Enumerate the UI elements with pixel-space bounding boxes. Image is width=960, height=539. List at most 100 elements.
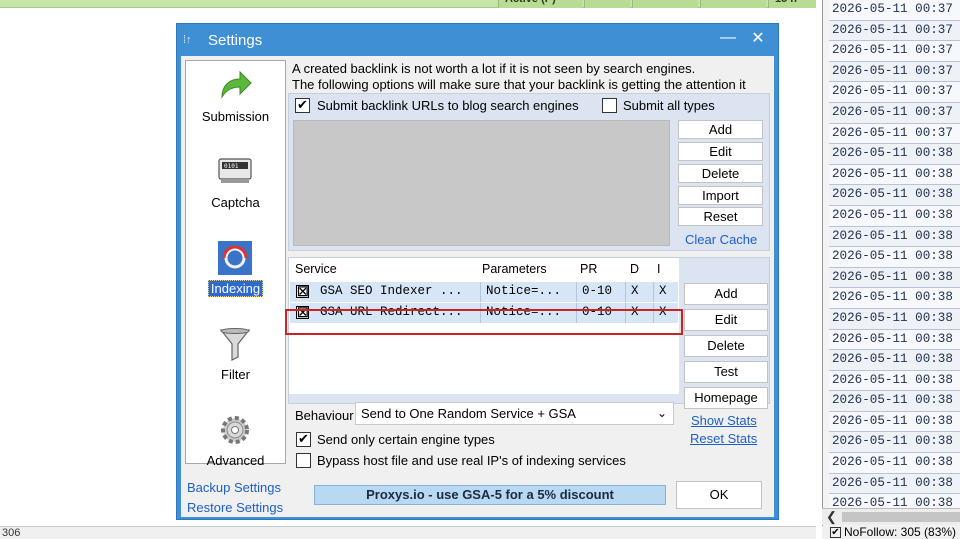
submit-all-label: Submit all types [623,98,715,113]
svg-text:0101: 0101 [224,163,239,170]
service-test-button[interactable]: Test [684,361,768,383]
show-stats-link[interactable]: Show Stats [691,413,757,428]
service-name-cell: GSA SEO Indexer ... [316,282,481,302]
category-list: Submission 0101 Captcha Indexing Filter … [185,60,286,468]
log-row: 2026-05-11 00:38 [829,288,960,309]
category-captcha[interactable]: 0101 Captcha [186,147,285,227]
log-row: 2026-05-11 00:37 [829,20,960,42]
category-label: Indexing [207,280,264,297]
service-homepage-button[interactable]: Homepage [684,387,768,409]
backup-settings-link[interactable]: Backup Settings [187,480,281,495]
blog-reset-button[interactable]: Reset [678,207,763,226]
log-row: 2026-05-11 00:38 [829,308,960,330]
log-row: 2026-05-11 00:38 [829,350,960,371]
background-status-strip: Active (P) 15 h [0,0,816,8]
service-delete-button[interactable]: Delete [684,335,768,357]
only-engines-label: Send only certain engine types [317,432,495,447]
submit-all-checkbox[interactable] [602,98,617,113]
nofollow-label: NoFollow: 305 (83%) [844,526,957,539]
log-row: 2026-05-11 00:38 [829,411,960,433]
behaviour-select[interactable]: Send to One Random Service + GSA ⌄ [355,402,674,425]
only-engines-checkbox[interactable] [296,431,311,447]
settings-client-area: Submission 0101 Captcha Indexing Filter … [181,56,774,517]
category-label: Captcha [211,195,260,210]
behaviour-label: Behaviour [295,408,354,423]
close-button[interactable]: ✕ [744,28,772,50]
log-row: 2026-05-11 00:38 [829,370,960,392]
service-parameters-cell: Notice=... [482,282,577,302]
column-header-service[interactable]: Service [295,262,337,276]
background-cell [632,0,698,8]
restore-settings-link[interactable]: Restore Settings [187,500,283,515]
service-d-cell: X [627,282,654,302]
highlight-box [285,309,683,335]
table-row[interactable]: ☒ GSA SEO Indexer ... Notice=... 0-10 X … [290,282,678,302]
log-row: 2026-05-11 00:38 [829,453,960,474]
blog-import-button[interactable]: Import [678,186,763,205]
column-header-pr[interactable]: PR [580,262,597,276]
log-row: 2026-05-11 00:38 [829,432,960,454]
log-panel: 2026-05-11 00:37 2026-05-11 00:37 2026-05-… [822,0,960,539]
log-row: 2026-05-11 00:38 [829,164,960,186]
settings-window: ⁞↑ Settings — ✕ Submission 0101 Captcha [176,23,779,520]
chevron-down-icon[interactable]: ⌄ [657,403,667,424]
scrollbar-thumb[interactable] [842,512,960,522]
clear-cache-link[interactable]: Clear Cache [685,232,757,247]
service-pr-cell: 0-10 [578,282,626,302]
log-row: 2026-05-11 00:38 [829,473,960,495]
category-submission[interactable]: Submission [186,61,285,141]
column-header-d[interactable]: D [630,262,639,276]
category-label: Submission [201,109,270,124]
background-cell [584,0,630,8]
log-row: 2026-05-11 00:38 [829,185,960,206]
background-status-cell: Active (P) [498,0,582,8]
blog-search-panel: Submit backlink URLs to blog search engi… [288,93,770,251]
submit-blog-checkbox[interactable] [295,97,310,113]
blog-delete-button[interactable]: Delete [678,164,763,183]
log-row: 2026-05-11 00:38 [829,205,960,227]
reset-stats-link[interactable]: Reset Stats [690,431,757,446]
service-i-cell: X [659,284,667,298]
column-header-i[interactable]: I [657,262,660,276]
statusbar-count: 306 [2,527,21,539]
log-row: 2026-05-11 00:38 [829,329,960,351]
category-filter[interactable]: Filter [186,319,285,399]
service-edit-button[interactable]: Edit [684,309,768,331]
category-label: Advanced [206,453,265,468]
indexing-icon [218,241,252,275]
blog-edit-button[interactable]: Edit [678,142,763,161]
promo-banner[interactable]: Proxys.io - use GSA-5 for a 5% discount [314,485,666,505]
log-row: 2026-05-11 00:38 [829,144,960,165]
gear-icon [221,416,249,444]
description-line: A created backlink is not worth a lot if… [292,61,696,76]
ok-button[interactable]: OK [676,481,762,509]
bypass-host-checkbox[interactable] [296,453,311,468]
submit-blog-label: Submit backlink URLs to blog search engi… [317,98,579,113]
category-advanced[interactable]: Advanced [186,405,285,485]
column-header-parameters[interactable]: Parameters [482,262,547,276]
log-row: 2026-05-11 00:38 [829,267,960,289]
log-row: 2026-05-11 00:37 [829,0,960,21]
category-label: Filter [221,367,250,382]
title-bar[interactable]: ⁞↑ Settings — ✕ [177,24,778,55]
funnel-icon [219,328,251,361]
scroll-left-arrow-icon[interactable]: ❮ [826,509,837,525]
green-arrow-icon [221,70,252,99]
log-list: 2026-05-11 00:37 2026-05-11 00:37 2026-05-… [829,0,960,515]
log-row: 2026-05-11 00:37 [829,41,960,62]
log-row: 2026-05-11 00:38 [829,247,960,268]
log-row: 2026-05-11 00:37 [829,82,960,103]
log-horizontal-scrollbar[interactable]: ❮ [822,508,960,525]
log-row: 2026-05-11 00:37 [829,123,960,145]
blog-add-button[interactable]: Add [678,120,763,139]
blog-search-engine-list[interactable] [293,120,670,246]
service-add-button[interactable]: Add [684,283,768,305]
nofollow-checkbox[interactable]: ✔ [830,527,841,539]
background-cell [700,0,766,8]
minimize-button[interactable]: — [715,28,741,50]
service-enabled-checkbox[interactable]: ☒ [296,285,309,298]
background-statusbar: 306 [0,526,816,539]
category-indexing[interactable]: Indexing [186,233,285,313]
background-cell: 15 h [768,0,816,8]
behaviour-selected-value: Send to One Random Service + GSA [361,406,576,421]
